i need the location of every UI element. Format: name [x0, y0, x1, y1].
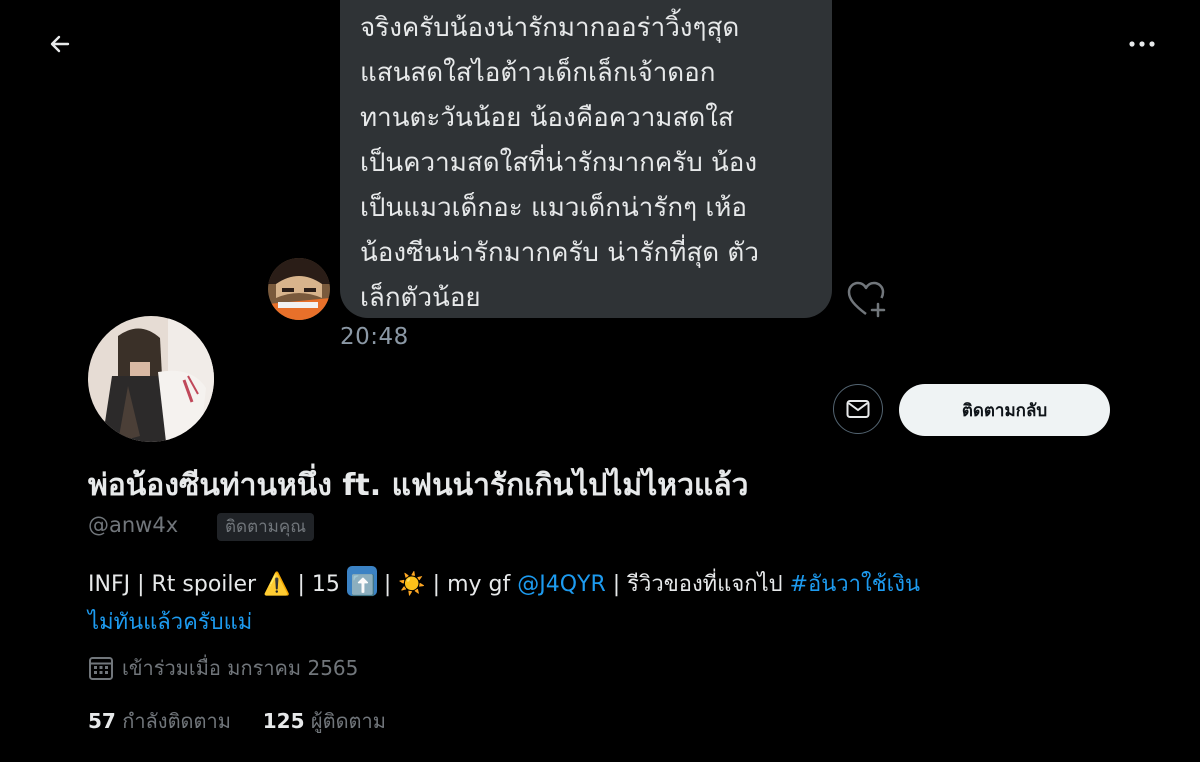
- message-line: เล็กตัวน้อย: [360, 283, 481, 313]
- following-count: 57: [88, 709, 116, 733]
- message-line: เป็นแมวเด็กอะ แมวเด็กน่ารักๆ เห้อ: [360, 193, 747, 223]
- message-line: แสนสดใสไอต้าวเด็กเล็กเจ้าดอก: [360, 58, 716, 88]
- message-line: ทานตะวันน้อย น้องคือความสดใส: [360, 103, 734, 133]
- mention-link[interactable]: @J4QYR: [517, 572, 606, 597]
- following-label: กำลังติดตาม: [122, 709, 231, 733]
- back-button[interactable]: [40, 24, 80, 64]
- message-line: เป็นความสดใสที่น่ารักมากครับ น้อง: [360, 148, 758, 178]
- more-horizontal-icon: [1129, 41, 1155, 47]
- message-bubble: จริงครับน้องน่ารักมากออร่าวิ้งๆสุด แสนสด…: [340, 0, 832, 318]
- bio-text: | 15: [290, 572, 347, 597]
- hashtag-link[interactable]: #อันวาใช้เงิน: [790, 572, 920, 597]
- message-timestamp: 20:48: [340, 324, 409, 350]
- follow-stats: 57 กำลังติดตาม 125 ผู้ติดตาม: [88, 705, 386, 737]
- profile-avatar[interactable]: [88, 316, 214, 442]
- bio-text: |: [376, 572, 399, 597]
- react-button[interactable]: [846, 280, 888, 320]
- joined-date-row: เข้าร่วมเมื่อ มกราคม 2565: [88, 652, 358, 684]
- display-name: พ่อน้องซีนท่านหนึ่ง ft. แฟนน่ารักเกินไปไ…: [88, 468, 749, 503]
- following-link[interactable]: 57 กำลังติดตาม: [88, 709, 231, 733]
- bio-text: | รีวิวของที่แจกไป: [605, 572, 790, 597]
- bio-text: INFJ | Rt spoiler: [88, 572, 264, 597]
- follow-back-button[interactable]: ติดตามกลับ: [899, 384, 1110, 436]
- user-handle: @anw4x: [88, 513, 179, 537]
- joined-date: เข้าร่วมเมื่อ มกราคม 2565: [122, 656, 359, 680]
- followers-label: ผู้ติดตาม: [310, 709, 386, 733]
- sun-emoji: ☀️: [398, 572, 426, 597]
- message-button[interactable]: [833, 384, 883, 434]
- more-options-button[interactable]: [1120, 24, 1164, 64]
- bio-text: | my gf: [425, 572, 518, 597]
- up-arrow-emoji: ⬆️: [346, 566, 377, 597]
- envelope-icon: [846, 400, 870, 418]
- warning-emoji: ⚠️: [263, 572, 291, 597]
- message-line: จริงครับน้องน่ารักมากออร่าวิ้งๆสุด: [360, 13, 740, 43]
- profile-bio: INFJ | Rt spoiler ⚠️ | 15 ⬆️ | ☀️ | my g…: [88, 566, 1118, 642]
- heart-plus-icon: [847, 281, 886, 318]
- follows-you-badge: ติดตามคุณ: [217, 513, 315, 541]
- calendar-icon: [89, 657, 113, 680]
- followers-link[interactable]: 125 ผู้ติดตาม: [263, 709, 386, 733]
- hashtag-link-continued[interactable]: ไม่ทันแล้วครับแม่: [88, 610, 252, 635]
- message-line: น้องซีนน่ารักมากครับ น่ารักที่สุด ตัว: [360, 238, 759, 268]
- arrow-left-icon: [50, 35, 70, 53]
- message-sender-avatar: [268, 258, 330, 320]
- followers-count: 125: [262, 709, 305, 733]
